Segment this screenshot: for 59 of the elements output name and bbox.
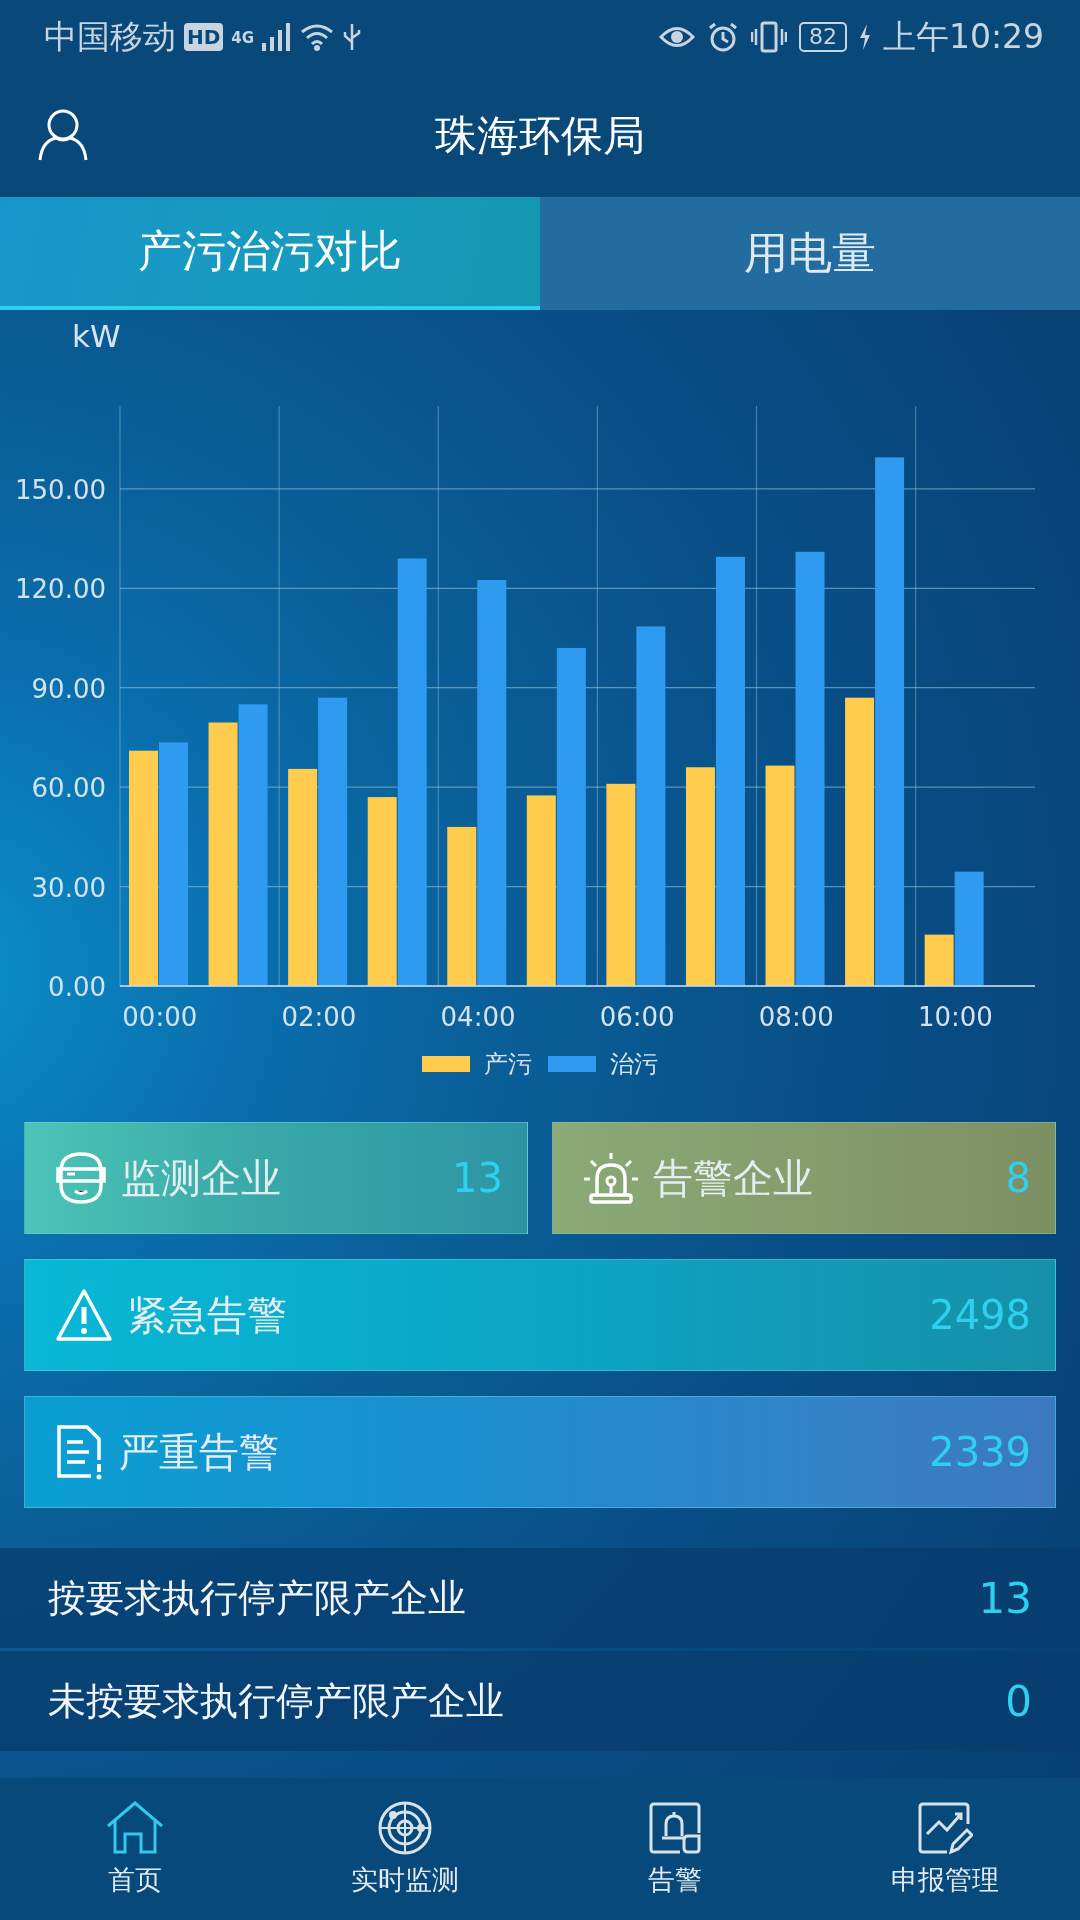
hd-badge: HD [184,23,224,51]
axis-label: 00:00 [122,1002,198,1032]
card-count: 13 [452,1155,503,1201]
unit-label: kW [72,318,121,354]
axis-label: 02:00 [281,1002,357,1032]
clock-time: 上午10:29 [882,15,1044,58]
eye-icon [658,24,695,50]
nav-label: 申报管理 [891,1863,999,1897]
robot-head-icon [55,1151,107,1205]
tab[interactable]: 用电量 [540,197,1080,310]
card-label: 严重告警 [119,1427,280,1477]
card-count: 2498 [929,1292,1031,1338]
radar-icon [377,1800,433,1856]
legend-label: 产污 [484,1049,532,1080]
warning-icon [55,1288,113,1342]
home-icon [105,1800,165,1856]
axis-label: 60.00 [31,773,106,804]
card-label: 告警企业 [653,1153,814,1203]
charging-icon [858,24,871,50]
bell-icon [648,1800,702,1856]
card-label: 紧急告警 [127,1290,288,1340]
card-label: 监测企业 [121,1153,282,1203]
nav-label: 实时监测 [351,1863,459,1897]
siren-icon [583,1151,639,1205]
nav-item[interactable]: 首页 [0,1800,270,1898]
stat-value: 13 [978,1573,1032,1623]
stat-value: 0 [1005,1676,1032,1726]
usb-icon [342,22,363,52]
stat-label: 未按要求执行停产限产企业 [48,1677,504,1725]
network-type: 4G [231,28,255,47]
axis-label: 06:00 [599,1002,675,1032]
card-count: 8 [1005,1155,1031,1201]
alarm-clock-icon [706,21,739,53]
legend-label: 治污 [610,1049,658,1080]
signal-icon [262,23,293,51]
nav-item[interactable]: 申报管理 [810,1800,1080,1898]
nav-label: 告警 [648,1863,702,1897]
card-count: 2339 [929,1429,1031,1475]
axis-label: 120.00 [15,574,106,605]
nav-item[interactable]: 实时监测 [270,1800,540,1898]
wifi-icon [300,23,335,51]
axis-label: 0.00 [48,972,106,1002]
chart-edit-icon [917,1800,973,1856]
axis-label: 90.00 [31,673,106,704]
stat-row[interactable]: 未按要求执行停产限产企业 0 [0,1651,1080,1751]
nav-label: 首页 [108,1863,162,1897]
user-icon[interactable] [37,108,89,162]
carrier-name: 中国移动 [44,15,176,58]
vibrate-icon [750,21,787,53]
axis-label: 10:00 [917,1002,993,1032]
stat-label: 按要求执行停产限产企业 [48,1574,466,1622]
axis-label: 04:00 [440,1002,516,1032]
page-title: 珠海环保局 [435,109,645,162]
axis-label: 08:00 [758,1002,834,1032]
nav-item[interactable]: 告警 [540,1800,810,1898]
axis-label: 150.00 [15,474,106,505]
battery-level: 82 [798,22,847,52]
axis-label: 30.00 [31,872,106,903]
stat-row[interactable]: 按要求执行停产限产企业 13 [0,1548,1080,1648]
